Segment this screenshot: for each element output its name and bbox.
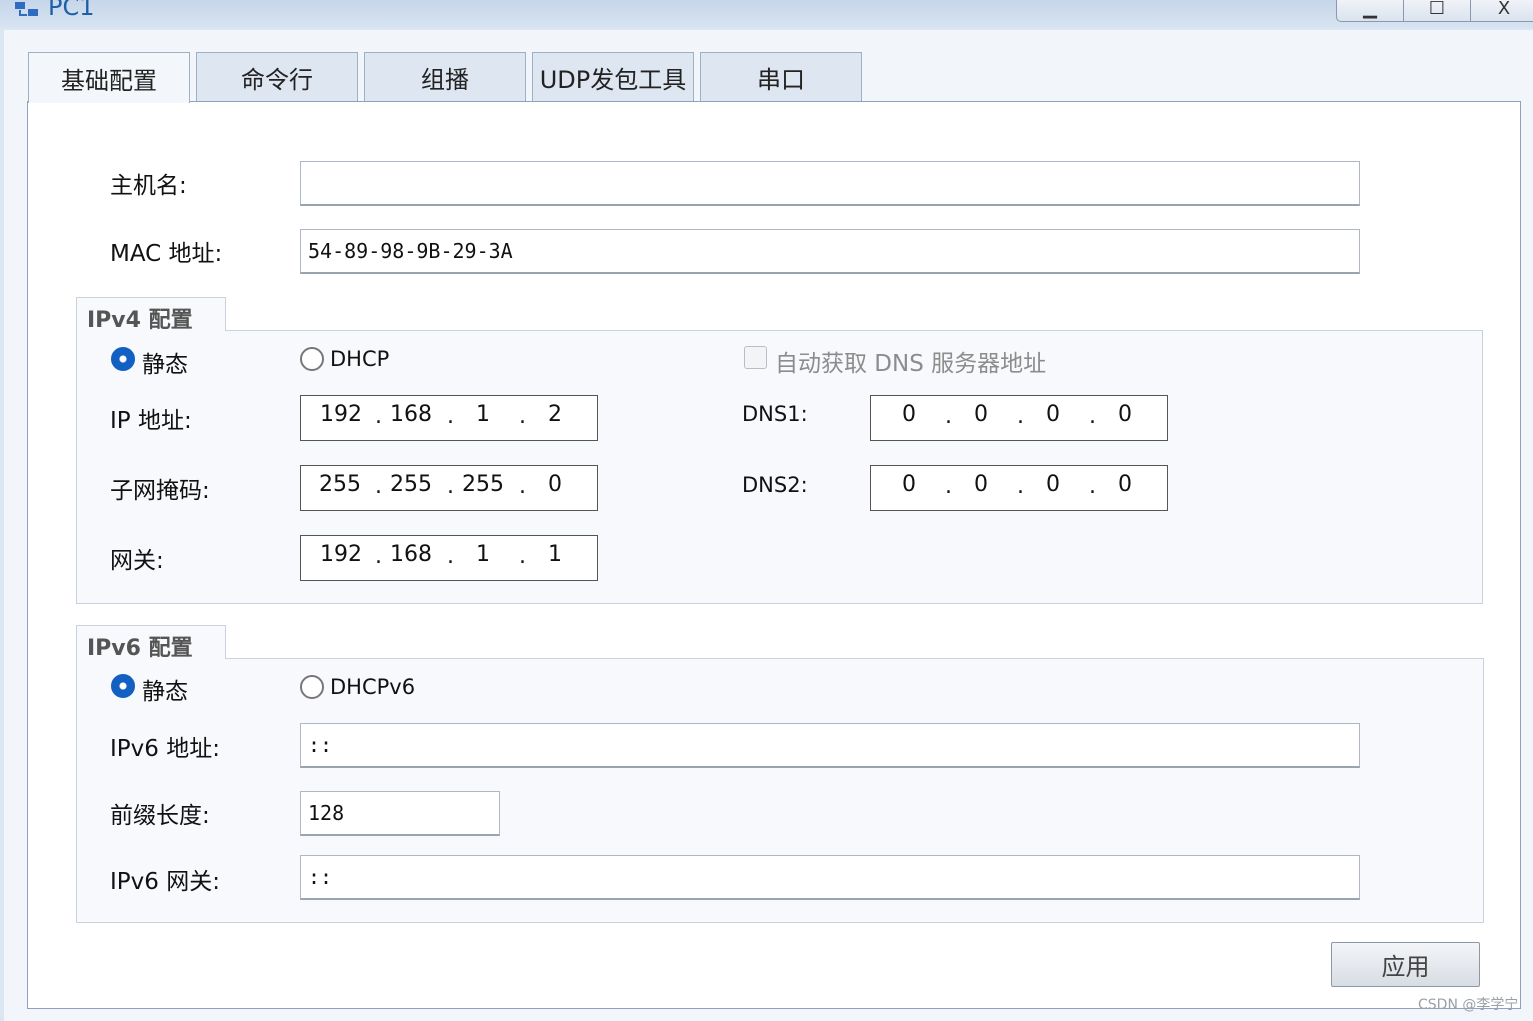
mac-address-label: MAC 地址:	[110, 241, 223, 267]
dns1-input[interactable]: 0 . 0 . 0 . 0	[870, 395, 1168, 441]
dns2-label: DNS2:	[742, 473, 808, 497]
tab-udp-tool[interactable]: UDP发包工具	[532, 52, 694, 101]
ip-dot: .	[519, 404, 526, 429]
dns2-octet-1: 0	[902, 472, 916, 497]
ipv6-address-input[interactable]: ::	[300, 723, 1360, 768]
ip-dot: .	[375, 404, 382, 429]
hostname-label: 主机名:	[110, 173, 187, 199]
dns1-octet-1: 0	[902, 402, 916, 427]
ipv6-config-title: IPv6 配置	[76, 625, 226, 661]
mask-octet-2: 255	[390, 472, 432, 497]
ip-address-label: IP 地址:	[110, 408, 192, 434]
gateway-input[interactable]: 192 . 168 . 1 . 1	[300, 535, 598, 581]
tab-command-line[interactable]: 命令行	[196, 52, 358, 101]
gateway-octet-1: 192	[320, 542, 362, 567]
ip-dot: .	[375, 474, 382, 499]
ipv6-dhcpv6-label: DHCPv6	[330, 675, 416, 699]
tab-basic-config[interactable]: 基础配置	[28, 52, 190, 103]
maximize-button[interactable]: ☐	[1404, 0, 1471, 21]
ipv4-dhcp-radio[interactable]	[300, 347, 324, 371]
tab-multicast[interactable]: 组播	[364, 52, 526, 101]
ip-dot: .	[1089, 474, 1096, 499]
watermark: CSDN @李学宁	[1418, 997, 1519, 1013]
ip-dot: .	[375, 544, 382, 569]
auto-dns-checkbox[interactable]	[744, 346, 767, 369]
dns2-octet-3: 0	[1046, 472, 1060, 497]
subnet-mask-label: 子网掩码:	[110, 478, 210, 504]
dns2-octet-2: 0	[974, 472, 988, 497]
ip-dot: .	[1089, 404, 1096, 429]
dns2-input[interactable]: 0 . 0 . 0 . 0	[870, 465, 1168, 511]
ip-dot: .	[945, 474, 952, 499]
ipv6-static-radio[interactable]	[111, 674, 135, 698]
pc-network-icon	[15, 2, 38, 16]
ip-dot: .	[447, 474, 454, 499]
ipv4-config-title: IPv4 配置	[76, 297, 226, 333]
dns1-octet-4: 0	[1118, 402, 1132, 427]
close-icon: X	[1497, 0, 1511, 19]
ip-dot: .	[945, 404, 952, 429]
mask-octet-4: 0	[548, 472, 562, 497]
ip-octet-1: 192	[320, 402, 362, 427]
ip-dot: .	[1017, 404, 1024, 429]
ipv6-address-label: IPv6 地址:	[110, 736, 220, 762]
ipv6-gateway-label: IPv6 网关:	[110, 869, 220, 895]
ip-dot: .	[447, 404, 454, 429]
title-bar: PC1 ▁ ☐ X	[0, 0, 1533, 28]
dns1-octet-3: 0	[1046, 402, 1060, 427]
prefix-length-label: 前缀长度:	[110, 803, 210, 829]
dns1-octet-2: 0	[974, 402, 988, 427]
minimize-icon: ▁	[1363, 0, 1377, 19]
ipv4-static-label: 静态	[142, 352, 188, 378]
ip-dot: .	[1017, 474, 1024, 499]
close-button[interactable]: X	[1471, 0, 1533, 21]
mac-address-field: 54-89-98-9B-29-3A	[300, 229, 1360, 274]
ip-dot: .	[447, 544, 454, 569]
subnet-mask-input[interactable]: 255 . 255 . 255 . 0	[300, 465, 598, 511]
mask-octet-1: 255	[319, 472, 361, 497]
gateway-octet-2: 168	[390, 542, 432, 567]
window-controls: ▁ ☐ X	[1336, 0, 1533, 22]
prefix-length-input[interactable]: 128	[300, 791, 500, 836]
ip-address-input[interactable]: 192 . 168 . 1 . 2	[300, 395, 598, 441]
ip-octet-3: 1	[476, 402, 490, 427]
mask-octet-3: 255	[462, 472, 504, 497]
ipv4-static-radio[interactable]	[111, 347, 135, 371]
minimize-button[interactable]: ▁	[1337, 0, 1404, 21]
hostname-input[interactable]	[300, 161, 1360, 206]
dns2-octet-4: 0	[1118, 472, 1132, 497]
ipv4-dhcp-label: DHCP	[330, 347, 390, 371]
ip-dot: .	[519, 474, 526, 499]
gateway-label: 网关:	[110, 548, 164, 574]
tab-serial-port[interactable]: 串口	[700, 52, 862, 101]
ip-octet-2: 168	[390, 402, 432, 427]
gateway-octet-3: 1	[476, 542, 490, 567]
ipv6-static-label: 静态	[142, 679, 188, 705]
ipv6-dhcpv6-radio[interactable]	[300, 675, 324, 699]
apply-button[interactable]: 应用	[1331, 942, 1480, 987]
gateway-octet-4: 1	[548, 542, 562, 567]
maximize-icon: ☐	[1428, 0, 1446, 19]
ipv6-gateway-input[interactable]: ::	[300, 855, 1360, 900]
window-title: PC1	[48, 0, 95, 21]
dns1-label: DNS1:	[742, 402, 808, 426]
ip-dot: .	[519, 544, 526, 569]
auto-dns-label: 自动获取 DNS 服务器地址	[775, 351, 1047, 377]
ip-octet-4: 2	[548, 402, 562, 427]
